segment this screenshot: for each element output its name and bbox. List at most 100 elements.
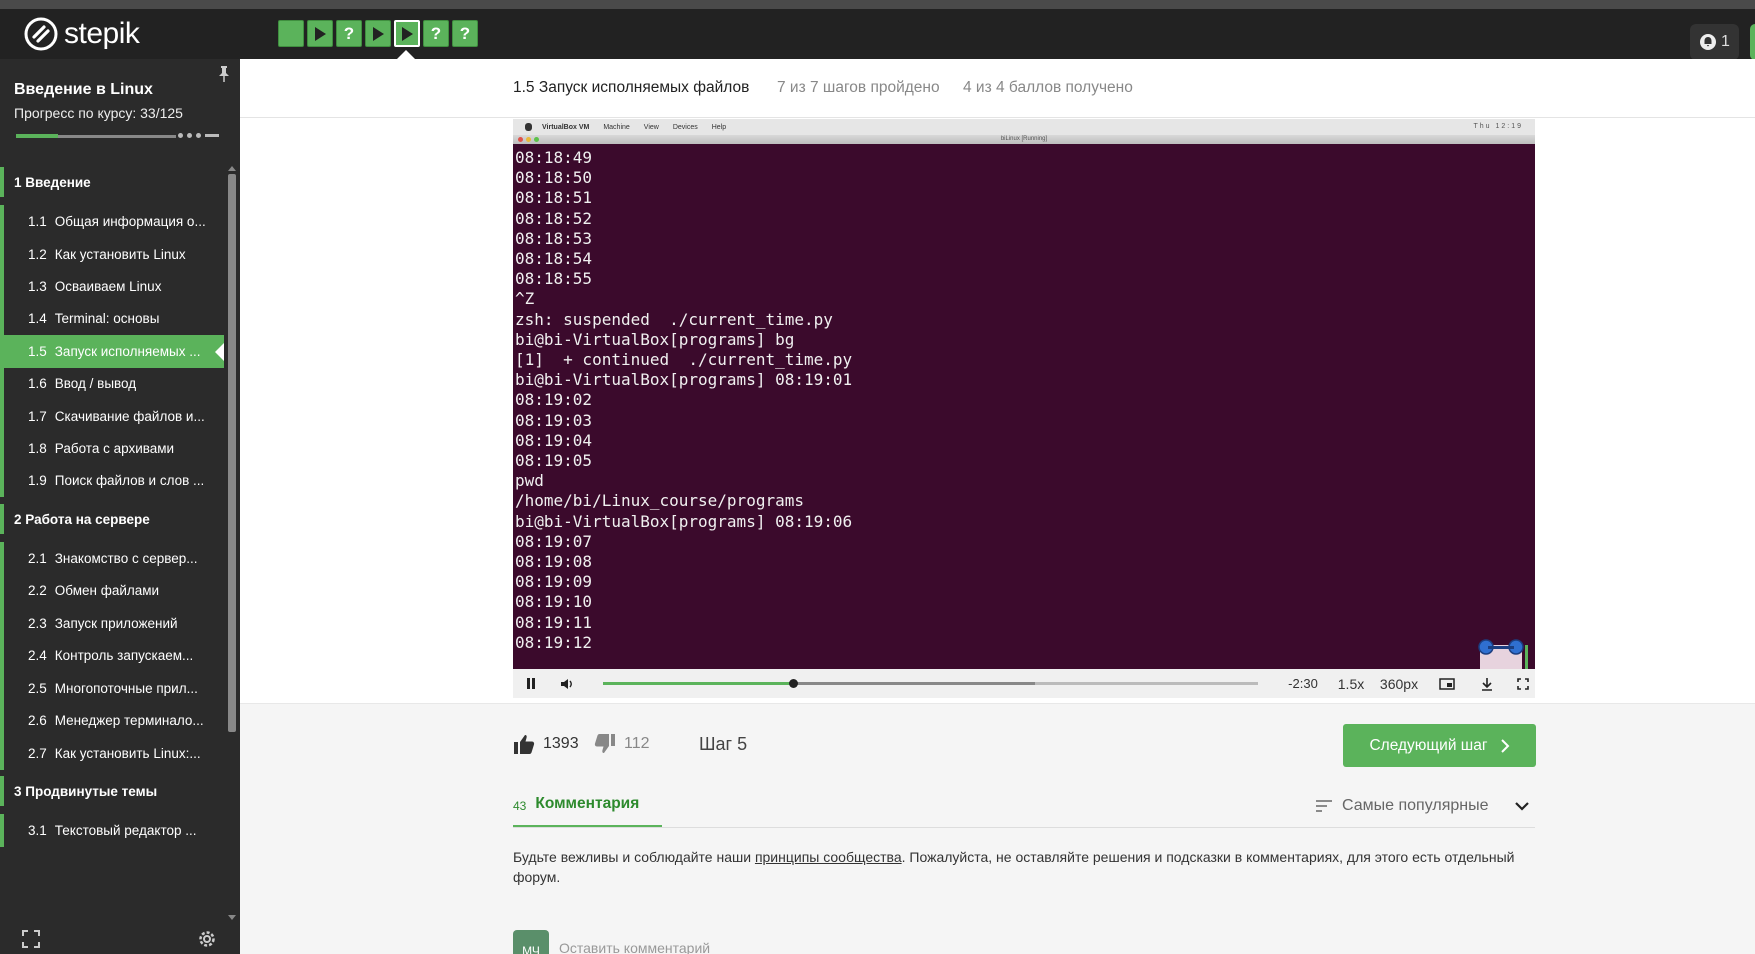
step-2-video[interactable] xyxy=(307,20,333,47)
terminal-line: 08:19:03 xyxy=(515,410,593,430)
stepik-logo[interactable]: stepik xyxy=(24,16,140,52)
sidebar-item-lesson-2-2[interactable]: 2.2 Обмен файлами xyxy=(0,574,224,607)
sidebar-item-lesson-1-9[interactable]: 1.9 Поиск файлов и слов ... xyxy=(0,464,224,497)
step-label: ? xyxy=(459,23,471,43)
sidebar-scrollbar[interactable] xyxy=(227,164,237,922)
step-5-video[interactable] xyxy=(394,20,420,47)
comment-input[interactable]: Оставить комментарий xyxy=(559,940,710,954)
sidebar-item-lesson-2-6[interactable]: 2.6 Менеджер терминало... xyxy=(0,704,224,737)
scrollbar-thumb[interactable] xyxy=(228,174,236,732)
toc-section[interactable]: 3 Продвинутые темы xyxy=(0,776,224,806)
step-1-text[interactable] xyxy=(278,20,304,47)
vm-menu-item: VirtualBox VM xyxy=(542,123,590,131)
chevron-down-icon[interactable] xyxy=(1514,800,1530,812)
avatar[interactable]: МЧ xyxy=(513,930,549,954)
scroll-up-arrow[interactable] xyxy=(228,166,236,171)
chevron-right-icon xyxy=(1500,738,1509,753)
sidebar-item-lesson-1-7[interactable]: 1.7 Скачивание файлов и... xyxy=(0,400,224,433)
sidebar-item-lesson-2-5[interactable]: 2.5 Многопоточные прил... xyxy=(0,672,224,705)
sidebar-footer xyxy=(0,925,240,954)
lesson-label: Менеджер терминало... xyxy=(54,713,204,728)
toc-section[interactable]: 1 Введение xyxy=(0,167,224,197)
sidebar-item-lesson-1-3[interactable]: 1.3 Осваиваем Linux xyxy=(0,270,224,303)
seek-bar[interactable] xyxy=(603,679,1258,688)
next-step-button[interactable]: Следующий шаг xyxy=(1343,724,1536,767)
lesson-label: Общая информация о... xyxy=(54,214,206,229)
sidebar-item-lesson-1-2[interactable]: 1.2 Как установить Linux xyxy=(0,238,224,271)
vm-menu-bar: VirtualBox VM Machine View Devices Help Thu … xyxy=(513,119,1535,135)
step-3-quiz[interactable]: ? xyxy=(336,20,362,47)
sidebar-item-lesson-1-4[interactable]: 1.4 Terminal: основы xyxy=(0,302,224,335)
lesson-label: Работа с архивами xyxy=(54,441,175,456)
terminal-output: 08:18:49 08:18:50 08:18:51 08:18:52 08:18:53… xyxy=(515,148,1525,668)
table-of-contents: 1 Введение 1.1 Общая информация о... 1.2 Как… xyxy=(0,159,224,925)
toc-section[interactable]: 2 Работа на сервере xyxy=(0,504,224,534)
video-player[interactable]: VirtualBox VM Machine View Devices Help Thu … xyxy=(513,119,1535,698)
pip-button[interactable] xyxy=(1435,669,1459,698)
notifications-button[interactable]: 1 xyxy=(1690,24,1739,60)
scroll-down-arrow[interactable] xyxy=(228,915,236,920)
lesson-number: 2.2 xyxy=(28,583,47,598)
lesson-number: 1.8 xyxy=(28,441,47,456)
step-label: ? xyxy=(430,23,442,43)
download-button[interactable] xyxy=(1475,669,1499,698)
lesson-label: Многопоточные прил... xyxy=(54,681,198,696)
sidebar-item-lesson-2-1[interactable]: 2.1 Знакомство с сервер... xyxy=(0,542,224,575)
gear-icon[interactable] xyxy=(197,929,217,949)
new-comment-row: МЧ Оставить комментарий xyxy=(513,930,710,954)
lesson-label: Осваиваем Linux xyxy=(54,279,162,294)
community-guidelines-link[interactable]: принципы сообщества xyxy=(755,849,902,865)
terminal-line: 08:19:08 xyxy=(515,552,593,572)
notifications-count: 1 xyxy=(1721,33,1730,50)
window-top-strip xyxy=(0,0,1755,9)
sidebar-item-lesson-3-1[interactable]: 3.1 Текстовый редактор ... xyxy=(0,814,224,847)
lesson-label: Знакомство с сервер... xyxy=(54,551,198,566)
terminal-line: 08:19:11 xyxy=(515,612,593,632)
sidebar-item-lesson-1-5[interactable]: 1.5 Запуск исполняемых ... xyxy=(0,335,224,368)
pin-icon[interactable] xyxy=(217,65,231,83)
right-edge-button[interactable] xyxy=(1750,24,1755,60)
sidebar-item-lesson-2-4[interactable]: 2.4 Контроль запускаем... xyxy=(0,639,224,672)
lesson-number: 3.1 xyxy=(28,823,47,838)
terminal-line: 08:19:10 xyxy=(515,592,593,612)
sort-dropdown[interactable]: Самые популярные xyxy=(1316,797,1488,815)
step-7-quiz[interactable]: ? xyxy=(452,20,478,47)
terminal-line: 08:18:53 xyxy=(515,228,593,248)
volume-button[interactable] xyxy=(557,669,577,698)
community-rules: Будьте вежливы и соблюдайте наши принцип… xyxy=(513,849,1515,885)
course-title[interactable]: Введение в Linux xyxy=(14,81,153,99)
seek-handle[interactable] xyxy=(788,679,798,688)
step-6-quiz[interactable]: ? xyxy=(423,20,449,47)
dislikes-count: 112 xyxy=(624,735,650,752)
terminal-line: 08:19:02 xyxy=(515,390,593,410)
dislike-button[interactable]: 112 xyxy=(594,733,650,755)
step-label: Шаг 5 xyxy=(699,734,748,754)
sidebar-item-lesson-2-7[interactable]: 2.7 Как установить Linux:... xyxy=(0,737,224,770)
lesson-label: Текстовый редактор ... xyxy=(54,823,197,838)
terminal-line: zsh: suspended ./current_time.py xyxy=(515,309,833,329)
tabs-divider xyxy=(513,827,1535,828)
pause-button[interactable] xyxy=(521,669,541,698)
sidebar-item-lesson-2-3[interactable]: 2.3 Запуск приложений xyxy=(0,607,224,640)
terminal-line: pwd xyxy=(515,471,544,491)
video-quality[interactable]: 360px xyxy=(1371,669,1427,698)
steps-done: 7 из 7 шагов пройдено xyxy=(777,79,940,96)
sidebar-item-lesson-1-8[interactable]: 1.8 Работа с архивами xyxy=(0,432,224,465)
sidebar-item-lesson-1-1[interactable]: 1.1 Общая информация о... xyxy=(0,205,224,238)
vm-menu-item: Machine xyxy=(603,123,630,131)
tab-comments[interactable]: 43 Комментария xyxy=(513,795,662,828)
lesson-label: Поиск файлов и слов ... xyxy=(54,473,205,488)
step-4-video[interactable] xyxy=(365,20,391,47)
lesson-label: Запуск исполняемых ... xyxy=(54,344,201,359)
playback-speed[interactable]: 1.5x xyxy=(1331,669,1371,698)
expand-icon[interactable] xyxy=(22,930,40,948)
lesson-label: Обмен файлами xyxy=(54,583,160,598)
download-icon xyxy=(1482,677,1492,691)
like-button[interactable]: 1393 xyxy=(513,733,579,755)
course-progress-bar xyxy=(16,133,226,138)
sidebar-item-lesson-1-6[interactable]: 1.6 Ввод / вывод xyxy=(0,367,224,400)
fullscreen-button[interactable] xyxy=(1511,669,1535,698)
lesson-number: 2.1 xyxy=(28,551,47,566)
sort-icon xyxy=(1316,800,1332,812)
lesson-label: Запуск приложений xyxy=(54,616,178,631)
